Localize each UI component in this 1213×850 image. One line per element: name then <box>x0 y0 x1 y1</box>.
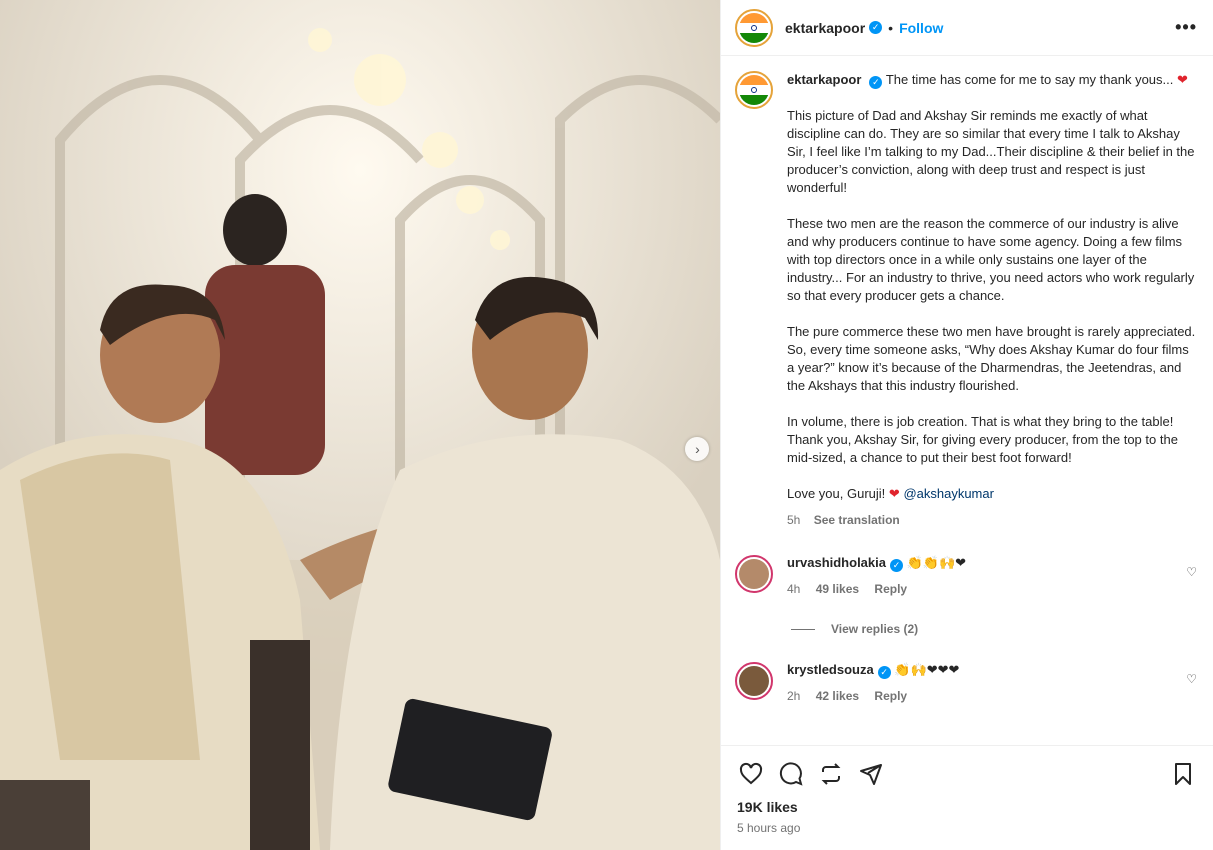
caption-age: 5h <box>787 513 801 527</box>
post-panel: ektarkapoor ✓ • Follow ••• ektarkapoor ✓ … <box>720 0 1213 850</box>
commenter-avatar[interactable] <box>735 555 773 593</box>
commenter-username[interactable]: krystledsouza <box>787 662 874 677</box>
heart-emoji: ❤ <box>888 486 900 501</box>
comment-likes[interactable]: 42 likes <box>816 689 859 703</box>
chevron-right-icon: › <box>695 441 700 457</box>
view-replies-button[interactable]: View replies (2) <box>791 622 1197 636</box>
comment-likes[interactable]: 49 likes <box>816 582 859 596</box>
post-time: 5 hours ago <box>737 821 801 835</box>
separator-dot: • <box>888 19 894 36</box>
repost-icon[interactable] <box>817 760 845 788</box>
comment-age: 2h <box>787 689 801 703</box>
caption-paragraph: These two men are the reason the commerc… <box>787 216 1195 303</box>
view-replies-label: View replies (2) <box>831 622 919 636</box>
reply-button[interactable]: Reply <box>874 689 907 703</box>
post-footer: 19K likes 5 hours ago <box>721 745 1213 850</box>
caption-paragraph: This picture of Dad and Akshay Sir remin… <box>787 108 1195 195</box>
see-translation-link[interactable]: See translation <box>814 513 900 527</box>
commenter-avatar[interactable] <box>735 662 773 700</box>
comment: krystledsouza ✓ 👏🙌❤❤❤ 2h 42 likes Reply ♡ <box>735 662 1197 703</box>
verified-badge-icon: ✓ <box>889 559 903 572</box>
caption-username[interactable]: ektarkapoor <box>787 72 861 87</box>
more-icon[interactable]: ••• <box>1175 17 1197 38</box>
author-username[interactable]: ektarkapoor <box>785 20 865 36</box>
comment-text: 👏👏🙌❤ <box>906 555 967 570</box>
verified-badge-icon: ✓ <box>869 76 883 89</box>
comment: urvashidholakia ✓ 👏👏🙌❤ 4h 49 likes Reply … <box>735 555 1197 596</box>
verified-badge-icon: ✓ <box>869 21 883 34</box>
author-avatar[interactable] <box>735 8 773 47</box>
action-bar <box>737 760 1197 788</box>
caption-meta: 5h See translation <box>787 511 1197 529</box>
comment-age: 4h <box>787 582 801 596</box>
comment-heart-icon[interactable]: ♡ <box>1186 672 1197 686</box>
carousel-next-button[interactable]: › <box>685 437 709 461</box>
post-photo[interactable]: › <box>0 0 720 850</box>
caption-avatar[interactable] <box>735 71 773 109</box>
verified-badge-icon: ✓ <box>877 666 891 679</box>
heart-icon[interactable] <box>737 760 765 788</box>
comments-scroll-area[interactable]: ektarkapoor ✓ The time has come for me to… <box>721 57 1213 745</box>
reply-button[interactable]: Reply <box>874 582 907 596</box>
caption-paragraph: The pure commerce these two men have bro… <box>787 324 1196 393</box>
follow-button[interactable]: Follow <box>899 20 943 36</box>
comment-heart-icon[interactable]: ♡ <box>1186 565 1197 579</box>
caption-paragraph: In volume, there is job creation. That i… <box>787 414 1178 465</box>
post-header: ektarkapoor ✓ • Follow ••• <box>721 0 1213 56</box>
mention-link[interactable]: @akshaykumar <box>903 486 994 501</box>
comment-text: 👏🙌❤❤❤ <box>894 662 960 677</box>
share-icon[interactable] <box>857 760 885 788</box>
commenter-username[interactable]: urvashidholakia <box>787 555 886 570</box>
heart-emoji: ❤ <box>1177 72 1188 87</box>
caption-first-line: The time has come for me to say my thank… <box>885 72 1174 87</box>
photo-illustration <box>0 0 720 850</box>
caption-closing: Love you, Guruji! <box>787 486 886 501</box>
comment-icon[interactable] <box>777 760 805 788</box>
caption: ektarkapoor ✓ The time has come for me to… <box>735 71 1197 529</box>
likes-count[interactable]: 19K likes <box>737 799 1197 815</box>
bookmark-icon[interactable] <box>1169 760 1197 788</box>
